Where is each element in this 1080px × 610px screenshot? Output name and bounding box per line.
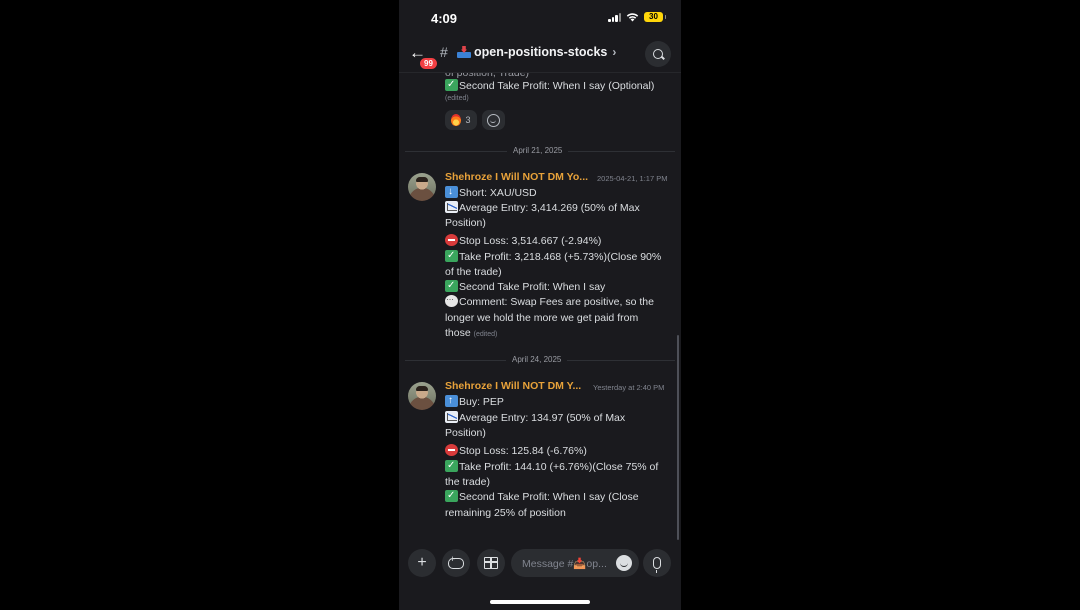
search-icon [653,49,663,59]
username[interactable]: Shehroze I Will NOT DM Y... [445,380,581,392]
message-line: Position) [445,217,486,229]
channel-title[interactable]: open-positions-stocks › [457,45,616,59]
speech-balloon-icon [445,292,458,307]
chevron-right-icon: › [612,45,617,59]
check-mark-icon [445,488,458,503]
phone-screen: 4:09 30 ← 99 # open-positions-stocks › o… [399,0,681,610]
timestamp: Yesterday at 2:40 PM [593,383,665,392]
message-line: Second Take Profit: When I say (Close [445,488,639,505]
check-mark-icon [445,458,458,473]
message-list[interactable]: of position, Trade) Second Take Profit: … [399,73,681,543]
message-line: Second Take Profit: When I say [445,278,605,295]
avatar[interactable] [408,173,436,201]
home-indicator[interactable] [490,600,590,604]
message-line: remaining 25% of position [445,507,566,519]
gift-button[interactable] [477,549,505,577]
add-attachment-button[interactable]: + [408,549,436,577]
message-line: Comment: Swap Fees are positive, so the [445,292,654,310]
status-time: 4:09 [431,11,458,26]
activities-button[interactable] [442,549,470,577]
message-line: Stop Loss: 3,514.667 (-2.94%) [445,234,601,249]
message-line: Take Profit: 144.10 (+6.76%)(Close 75% o… [445,458,658,475]
message-composer: + Message #📥op... [399,545,681,585]
scrollbar[interactable] [677,335,679,540]
message-line: Short: XAU/USD [445,184,537,201]
chart-decreasing-icon [445,411,458,423]
message-line: Average Entry: 3,414.269 (50% of Max [445,201,640,216]
no-entry-icon [445,444,458,456]
channel-header: ← 99 # open-positions-stocks › [399,38,681,73]
message-line: Buy: PEP [445,393,504,410]
message-input[interactable]: Message #📥op... [511,549,639,577]
edited-label: (edited) [473,331,498,338]
message-line: those (edited) [445,327,498,339]
status-icons: 30 [608,12,666,22]
search-button[interactable] [645,41,671,67]
message-line: Average Entry: 134.97 (50% of Max [445,411,625,426]
message-line: Position) [445,427,486,439]
channel-name: open-positions-stocks [474,45,608,59]
gamepad-icon [448,554,464,569]
date-divider-label: April 24, 2025 [506,355,568,364]
reaction-count: 3 [465,115,471,125]
chart-decreasing-icon [445,201,458,213]
status-bar: 4:09 30 [399,0,681,36]
username[interactable]: Shehroze I Will NOT DM Yo... [445,171,588,183]
message-placeholder: Message #📥op... [522,558,607,570]
add-reaction-icon [487,113,500,127]
date-divider-label: April 21, 2025 [507,146,569,155]
unread-badge: 99 [419,57,438,70]
wifi-icon [626,13,639,22]
message-line: Second Take Profit: When I say (Optional… [445,77,654,94]
gift-icon [484,557,498,569]
message-line: Take Profit: 3,218.468 (+5.73%)(Close 90… [445,248,661,265]
check-mark-icon [445,278,458,293]
cellular-signal-icon [608,12,621,22]
fire-icon [451,114,462,126]
timestamp: 2025-04-21, 1:17 PM [597,174,668,183]
no-entry-icon [445,234,458,246]
message-line: Stop Loss: 125.84 (-6.76%) [445,444,587,459]
emoji-icon[interactable] [616,555,632,571]
plus-icon: + [417,554,427,571]
battery-icon: 30 [644,12,666,22]
message-line: longer we hold the more we get paid from [445,312,639,324]
inbox-tray-icon [457,46,471,58]
add-reaction-button[interactable] [482,110,505,130]
hash-icon: # [440,44,448,60]
fire-reaction[interactable]: 3 [445,110,477,130]
voice-message-button[interactable] [643,549,671,577]
check-mark-icon [445,248,458,263]
down-arrow-icon [445,184,458,199]
microphone-icon [653,557,661,573]
avatar[interactable] [408,382,436,410]
check-mark-icon [445,77,458,92]
up-arrow-icon [445,393,458,408]
edited-label: (edited) [445,95,469,102]
